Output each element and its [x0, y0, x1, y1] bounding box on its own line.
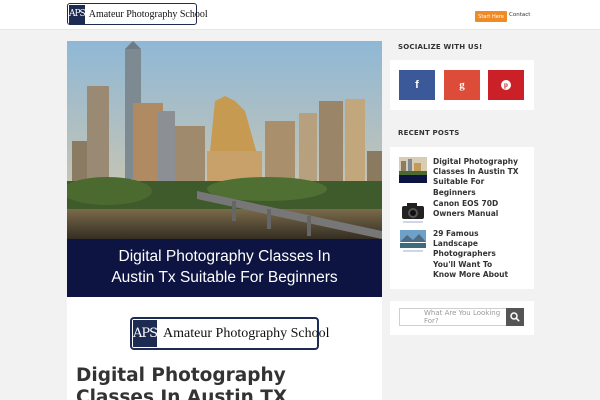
camera-thumbnail[interactable] [399, 199, 427, 225]
recent-posts-widget: Digital Photography Classes In Austin TX… [390, 147, 534, 289]
post-thumbnail[interactable] [399, 157, 427, 183]
post-title-line-1: Digital Photography [76, 365, 286, 386]
recent-post-title-line: Photographers [433, 249, 496, 259]
post-title-line-2: Classes In Austin TX [76, 387, 288, 400]
recent-post-title-line: Beginners [433, 187, 476, 197]
landscape-thumbnail[interactable] [399, 229, 427, 255]
recent-post-link[interactable]: 29 Famous Landscape Photographers You'll… [433, 229, 533, 280]
recent-posts-heading: RECENT POSTS [398, 129, 460, 137]
logo-mark: APS [69, 4, 86, 24]
pinterest-icon: p [501, 80, 511, 90]
hero-caption-line-1: Digital Photography Classes In [118, 248, 331, 265]
facebook-button[interactable]: f [399, 70, 435, 100]
search-icon [510, 312, 520, 322]
recent-post-title-line: Classes In Austin TX [433, 167, 519, 177]
recent-post-link[interactable]: Canon EOS 70D Owners Manual [433, 199, 533, 219]
post-title: Digital Photography Classes In Austin TX [76, 365, 376, 400]
recent-post-title-line: Digital Photography [433, 157, 519, 166]
recent-post-title-line: 29 Famous [433, 229, 479, 238]
logo-mark: APS [133, 320, 158, 347]
recent-post-title-line: Suitable For [433, 177, 485, 187]
google-plus-button[interactable]: g [444, 70, 480, 100]
recent-post-title-line: Owners Manual [433, 209, 499, 219]
recent-post-title-line: Know More About [433, 269, 509, 279]
recent-post-title-line: You'll Want To [433, 259, 493, 269]
hero-caption-line-2: Austin Tx Suitable For Beginners [111, 269, 338, 286]
facebook-icon: f [415, 79, 419, 91]
hero-image[interactable]: Digital Photography Classes In Austin Tx… [67, 41, 382, 297]
google-plus-icon: g [459, 79, 465, 91]
site-header: APS Amateur Photography School Start Her… [0, 0, 600, 30]
pinterest-button[interactable]: p [488, 70, 524, 100]
site-logo[interactable]: APS Amateur Photography School [67, 3, 208, 25]
search-widget: What Are You Looking For? [390, 301, 534, 335]
hero-caption: Digital Photography Classes In Austin Tx… [67, 239, 382, 297]
article: Digital Photography Classes In Austin Tx… [67, 41, 382, 400]
article-logo: APS Amateur Photography School [130, 317, 329, 350]
search-button[interactable] [506, 308, 524, 326]
contact-link[interactable]: Contact [509, 12, 530, 18]
socialize-heading: SOCIALIZE WITH US! [398, 43, 483, 51]
start-here-button[interactable]: Start Here [475, 11, 507, 22]
recent-post-link[interactable]: Digital Photography Classes In Austin TX… [433, 157, 533, 198]
recent-post-title-line: Canon EOS 70D [433, 199, 499, 208]
recent-post-title-line: Landscape [433, 239, 478, 249]
search-input[interactable]: What Are You Looking For? [399, 308, 508, 326]
logo-text: Amateur Photography School [88, 8, 208, 20]
social-widget: f g p [390, 60, 534, 110]
logo-text: Amateur Photography School [163, 325, 330, 341]
